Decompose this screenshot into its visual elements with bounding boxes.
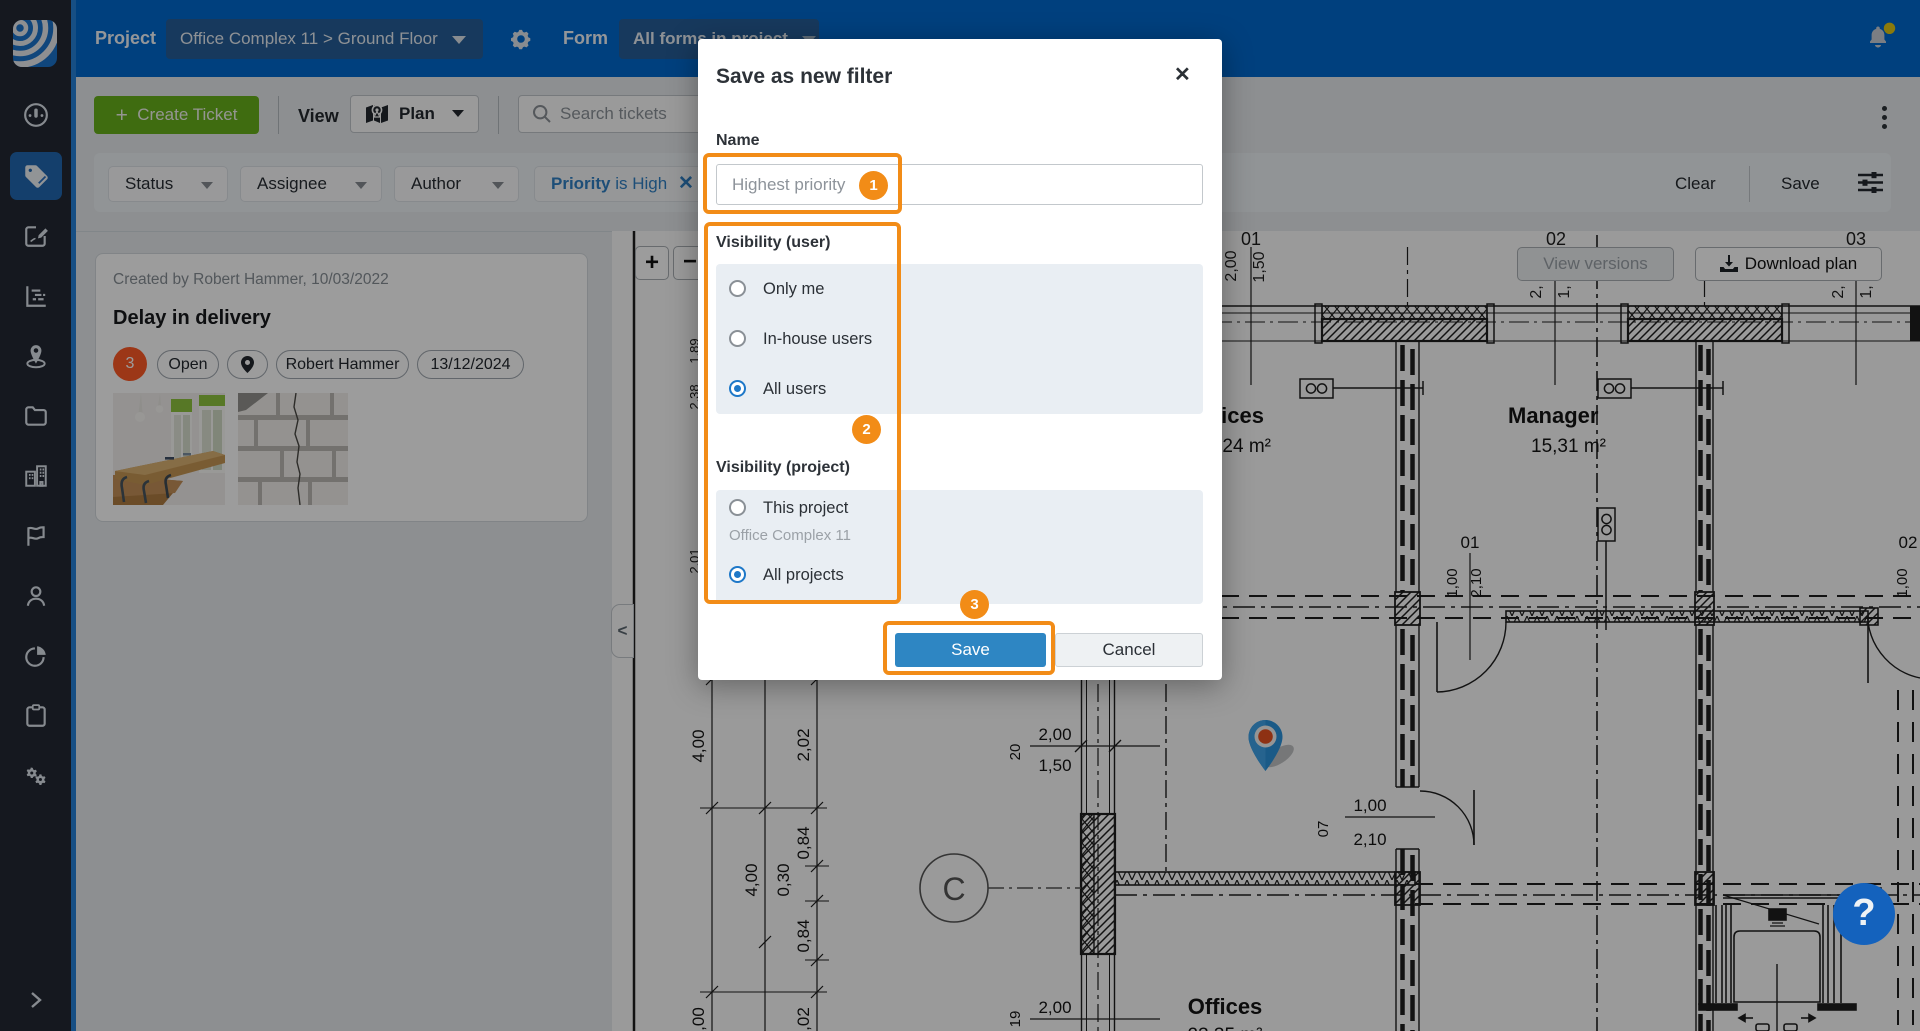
svg-text:4,00: 4,00 [742, 863, 761, 896]
svg-text:1,00: 1,00 [1444, 568, 1461, 597]
svg-text:,00: ,00 [689, 1007, 708, 1031]
svg-text:4,00: 4,00 [689, 729, 708, 762]
svg-text:2,: 2, [1830, 285, 1847, 298]
svg-text:1,50: 1,50 [1251, 251, 1268, 282]
svg-text:0,84: 0,84 [794, 826, 813, 859]
svg-text:2,00: 2,00 [1038, 725, 1071, 744]
svg-text:,02: ,02 [794, 1007, 813, 1031]
svg-text:Manager: Manager [1508, 403, 1599, 428]
svg-text:1,: 1, [1858, 285, 1875, 298]
svg-text:C: C [942, 871, 965, 907]
svg-text:07: 07 [1315, 821, 1332, 838]
svg-text:20: 20 [1007, 744, 1024, 761]
svg-text:2,: 2, [1528, 285, 1545, 298]
svg-text:2,00: 2,00 [1038, 998, 1071, 1017]
svg-text:01: 01 [1241, 231, 1261, 249]
svg-text:15,31 m²: 15,31 m² [1531, 436, 1606, 457]
svg-text:1,: 1, [1556, 285, 1573, 298]
svg-text:01: 01 [1461, 533, 1480, 552]
svg-text:1,00: 1,00 [1894, 568, 1911, 597]
svg-text:02: 02 [1899, 533, 1918, 552]
svg-text:Offices: Offices [1188, 994, 1263, 1019]
svg-text:1,50: 1,50 [1038, 756, 1071, 775]
svg-text:0,30: 0,30 [774, 863, 793, 896]
svg-text:2,00: 2,00 [1223, 250, 1240, 281]
svg-text:2,02: 2,02 [794, 728, 813, 761]
svg-text:1,00: 1,00 [1353, 796, 1386, 815]
svg-text:19: 19 [1007, 1011, 1024, 1028]
svg-text:23,35 m²: 23,35 m² [1188, 1025, 1263, 1031]
svg-text:2,10: 2,10 [1353, 830, 1386, 849]
svg-text:0,84: 0,84 [794, 919, 813, 952]
